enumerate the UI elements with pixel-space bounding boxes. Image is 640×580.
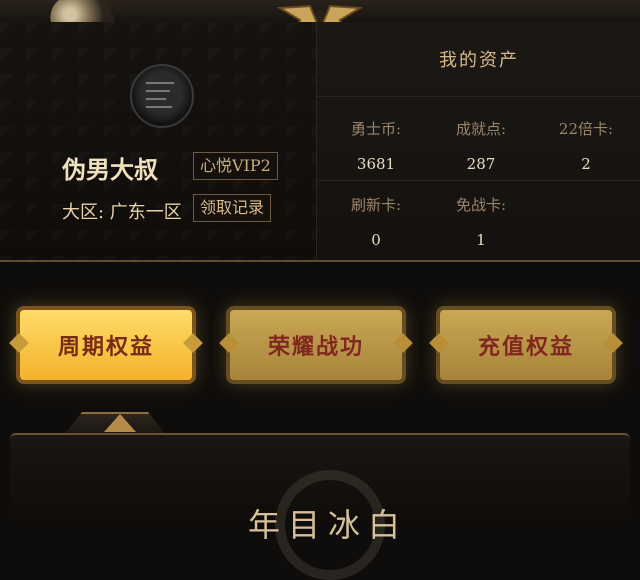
asset-label: 免战卡: — [455, 196, 507, 214]
assets-panel: 我的资产 勇士币: 3681 成就点: 287 22倍卡: 2 刷新卡: 0 免… — [316, 22, 640, 260]
asset-22x-card: 22倍卡: 2 — [532, 118, 640, 173]
asset-value: 2 — [581, 155, 591, 173]
vip-badge: 心悦VIP2 — [193, 152, 278, 180]
asset-label: 勇士币: — [350, 120, 402, 138]
asset-refresh-card: 刷新卡: 0 — [322, 194, 430, 249]
assets-divider — [316, 180, 640, 181]
asset-value: 287 — [466, 155, 496, 173]
asset-label: 刷新卡: — [350, 196, 402, 214]
asset-label: 22倍卡: — [558, 120, 614, 138]
section-title: 年目冰白 — [248, 506, 409, 544]
assets-title: 我的资产 — [317, 22, 640, 97]
server-region: 大区: 广东一区 — [62, 202, 182, 223]
asset-label: 成就点: — [455, 120, 507, 138]
claim-records-link[interactable]: 领取记录 — [193, 194, 272, 222]
asset-brave-coin: 勇士币: 3681 — [322, 118, 430, 173]
asset-achievement-points: 成就点: 287 — [427, 118, 535, 173]
active-tab-indicator — [104, 414, 136, 432]
tab-glory-merits[interactable]: 荣耀战功 — [226, 306, 406, 384]
asset-truce-card: 免战卡: 1 — [427, 194, 535, 249]
asset-value: 0 — [371, 231, 381, 249]
tab-recharge-benefits[interactable]: 充值权益 — [436, 306, 616, 384]
avatar — [130, 64, 194, 128]
asset-value: 3681 — [356, 155, 396, 173]
asset-value: 1 — [476, 231, 486, 249]
player-name: 伪男大叔 — [62, 155, 158, 184]
tab-period-benefits[interactable]: 周期权益 — [16, 306, 196, 384]
